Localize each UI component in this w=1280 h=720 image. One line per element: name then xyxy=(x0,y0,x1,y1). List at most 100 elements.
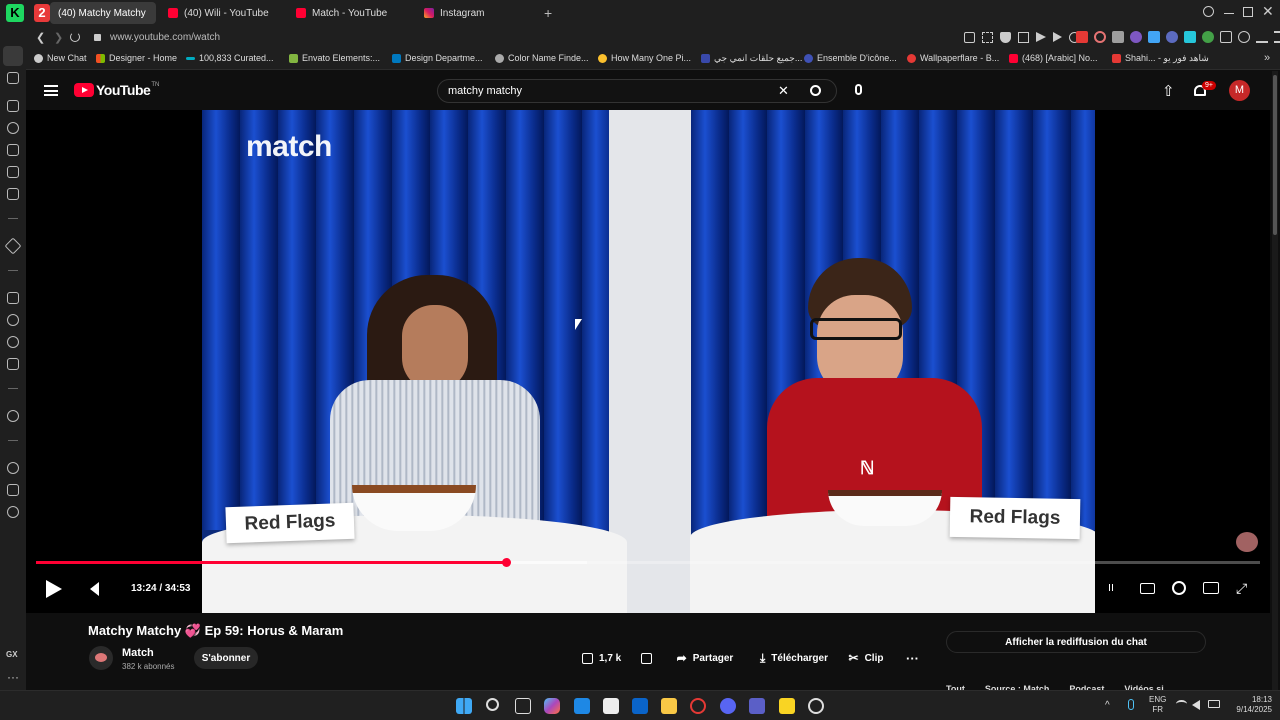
snapshot-icon[interactable] xyxy=(982,32,993,43)
close-window-icon[interactable]: ✕ xyxy=(1262,3,1274,20)
history-icon[interactable] xyxy=(7,462,19,474)
back-icon[interactable]: ❮ xyxy=(36,31,45,44)
volume-tray-icon[interactable] xyxy=(1192,700,1200,710)
bookmark-envato[interactable]: Envato Elements:... xyxy=(289,53,380,63)
download-icon[interactable] xyxy=(1256,31,1268,43)
instagram-icon[interactable] xyxy=(7,358,19,370)
mail-icon[interactable] xyxy=(7,188,19,200)
download-button[interactable]: ⤓ Télécharger xyxy=(754,647,834,669)
subscribe-button[interactable]: S'abonner xyxy=(194,647,258,669)
menu-icon[interactable] xyxy=(1274,31,1280,43)
refresh-icon[interactable] xyxy=(7,122,19,134)
bookmark-one-piece[interactable]: How Many One Pi... xyxy=(598,53,691,63)
pause-mini-icon[interactable] xyxy=(1109,584,1113,591)
fullscreen-icon[interactable]: ⤢ xyxy=(1236,580,1247,597)
voice-search-icon[interactable] xyxy=(855,84,862,95)
outlook-icon[interactable] xyxy=(632,698,648,714)
player-icon[interactable] xyxy=(7,410,19,422)
share-button[interactable]: ➦ Partager xyxy=(672,647,738,669)
chat-replay-button[interactable]: Afficher la rediffusion du chat xyxy=(946,631,1206,653)
bookmarks-overflow-icon[interactable]: » xyxy=(1264,52,1270,64)
send-icon[interactable] xyxy=(1036,32,1046,42)
more-actions-icon[interactable]: ··· xyxy=(906,651,919,666)
browser-logo[interactable]: K xyxy=(6,4,24,22)
bookmark-color-name[interactable]: Color Name Finde... xyxy=(495,53,589,63)
hamburger-menu-icon[interactable] xyxy=(44,85,58,96)
more-icon[interactable]: ··· xyxy=(7,670,19,684)
bookmark-arabic[interactable]: (468) [Arabic] No... xyxy=(1009,53,1098,63)
settings-icon[interactable] xyxy=(7,506,19,518)
avatar[interactable]: M xyxy=(1229,80,1250,101)
reload-icon[interactable] xyxy=(70,32,80,42)
extension-purple-icon[interactable] xyxy=(1130,31,1142,43)
sticky-notes-icon[interactable] xyxy=(779,698,795,714)
progress-track[interactable] xyxy=(36,558,1260,567)
create-upload-icon[interactable]: ⇧ xyxy=(1162,82,1175,100)
task-view-icon[interactable] xyxy=(515,698,531,714)
bookmark-wallpaperflare[interactable]: Wallpaperflare - B... xyxy=(907,53,999,63)
new-tab-icon[interactable]: + xyxy=(544,5,552,21)
language-indicator[interactable]: ENG FR xyxy=(1149,695,1166,715)
page-scrollbar[interactable] xyxy=(1272,71,1278,690)
bookmark-shahid[interactable]: Shahi... - شاهد فور يو xyxy=(1112,53,1209,64)
twitch-icon[interactable] xyxy=(7,292,19,304)
gamepad-icon[interactable] xyxy=(7,72,19,84)
miniplayer-icon[interactable] xyxy=(1203,582,1219,594)
opera-gx-icon[interactable] xyxy=(690,698,706,714)
forward-icon[interactable]: ❯ xyxy=(54,31,63,44)
app-icon[interactable] xyxy=(808,698,824,714)
wifi-icon[interactable] xyxy=(1176,700,1187,708)
home-icon[interactable] xyxy=(3,46,23,66)
teams-icon[interactable] xyxy=(749,698,765,714)
tab-match-youtube[interactable]: Match - YouTube xyxy=(288,2,408,24)
notes-icon[interactable] xyxy=(7,166,19,178)
search-icon[interactable] xyxy=(810,85,821,96)
settings-gear-icon[interactable] xyxy=(1172,581,1186,595)
extension-cyan-icon[interactable] xyxy=(1184,31,1196,43)
subtitles-icon[interactable] xyxy=(1140,583,1155,594)
like-button[interactable]: 1,7 k xyxy=(574,647,626,669)
maximize-icon[interactable] xyxy=(1243,7,1253,17)
bookmark-design-dept[interactable]: Design Departme... xyxy=(392,53,483,63)
channel-avatar[interactable] xyxy=(89,646,113,670)
channel-watermark-icon[interactable] xyxy=(1236,532,1258,552)
tray-chevron-icon[interactable]: ^ xyxy=(1105,700,1110,711)
extension-music-icon[interactable] xyxy=(1166,31,1178,43)
search-input[interactable]: matchy matchy xyxy=(448,85,522,97)
video-player[interactable]: match ℕ Red Flags Red Flags 13:24 / 34:5… xyxy=(26,110,1270,613)
news-icon[interactable] xyxy=(7,100,19,112)
minimize-icon[interactable] xyxy=(1224,13,1234,14)
clip-button[interactable]: ✂ Clip xyxy=(844,647,888,669)
search-tabs-icon[interactable] xyxy=(1203,6,1214,17)
search-taskbar-icon[interactable] xyxy=(486,698,499,711)
tab-wili-youtube[interactable]: (40) Wili - YouTube xyxy=(160,2,280,24)
clear-search-icon[interactable]: ✕ xyxy=(778,83,789,99)
workspace-badge[interactable]: 2 xyxy=(34,4,50,22)
video-frame[interactable]: match ℕ Red Flags Red Flags xyxy=(202,110,1095,613)
translate-icon[interactable] xyxy=(1018,32,1029,43)
extension-blue-icon[interactable] xyxy=(1148,31,1160,43)
tab-instagram[interactable]: Instagram xyxy=(416,2,536,24)
bookmark-anime[interactable]: جميع حلقات انمي جي... xyxy=(701,53,802,64)
aria-icon[interactable] xyxy=(4,237,22,255)
windows-start-icon[interactable] xyxy=(456,698,472,714)
copilot-icon[interactable] xyxy=(544,698,560,714)
play-button[interactable] xyxy=(46,580,62,598)
extension-green-icon[interactable] xyxy=(1202,31,1214,43)
channel-name[interactable]: Match xyxy=(122,647,154,659)
lock-icon[interactable] xyxy=(94,34,101,41)
play-icon[interactable] xyxy=(1053,32,1062,42)
discord-icon[interactable] xyxy=(720,698,736,714)
file-explorer-icon[interactable] xyxy=(661,698,677,714)
mic-tray-icon[interactable] xyxy=(1128,699,1134,710)
battery-icon[interactable] xyxy=(1208,700,1220,708)
url-text[interactable]: www.youtube.com/watch xyxy=(110,32,220,43)
store-icon[interactable] xyxy=(603,698,619,714)
tab-matchy-matchy[interactable]: (40) Matchy Matchy 💞 E xyxy=(50,2,156,24)
bookmark-designer[interactable]: Designer - Home xyxy=(96,53,177,63)
volume-icon[interactable] xyxy=(90,582,99,596)
bookmark-new-chat[interactable]: New Chat xyxy=(34,53,87,63)
extensions-icon[interactable] xyxy=(7,484,19,496)
bag-icon[interactable] xyxy=(7,144,19,156)
profile-icon[interactable] xyxy=(1238,31,1250,43)
